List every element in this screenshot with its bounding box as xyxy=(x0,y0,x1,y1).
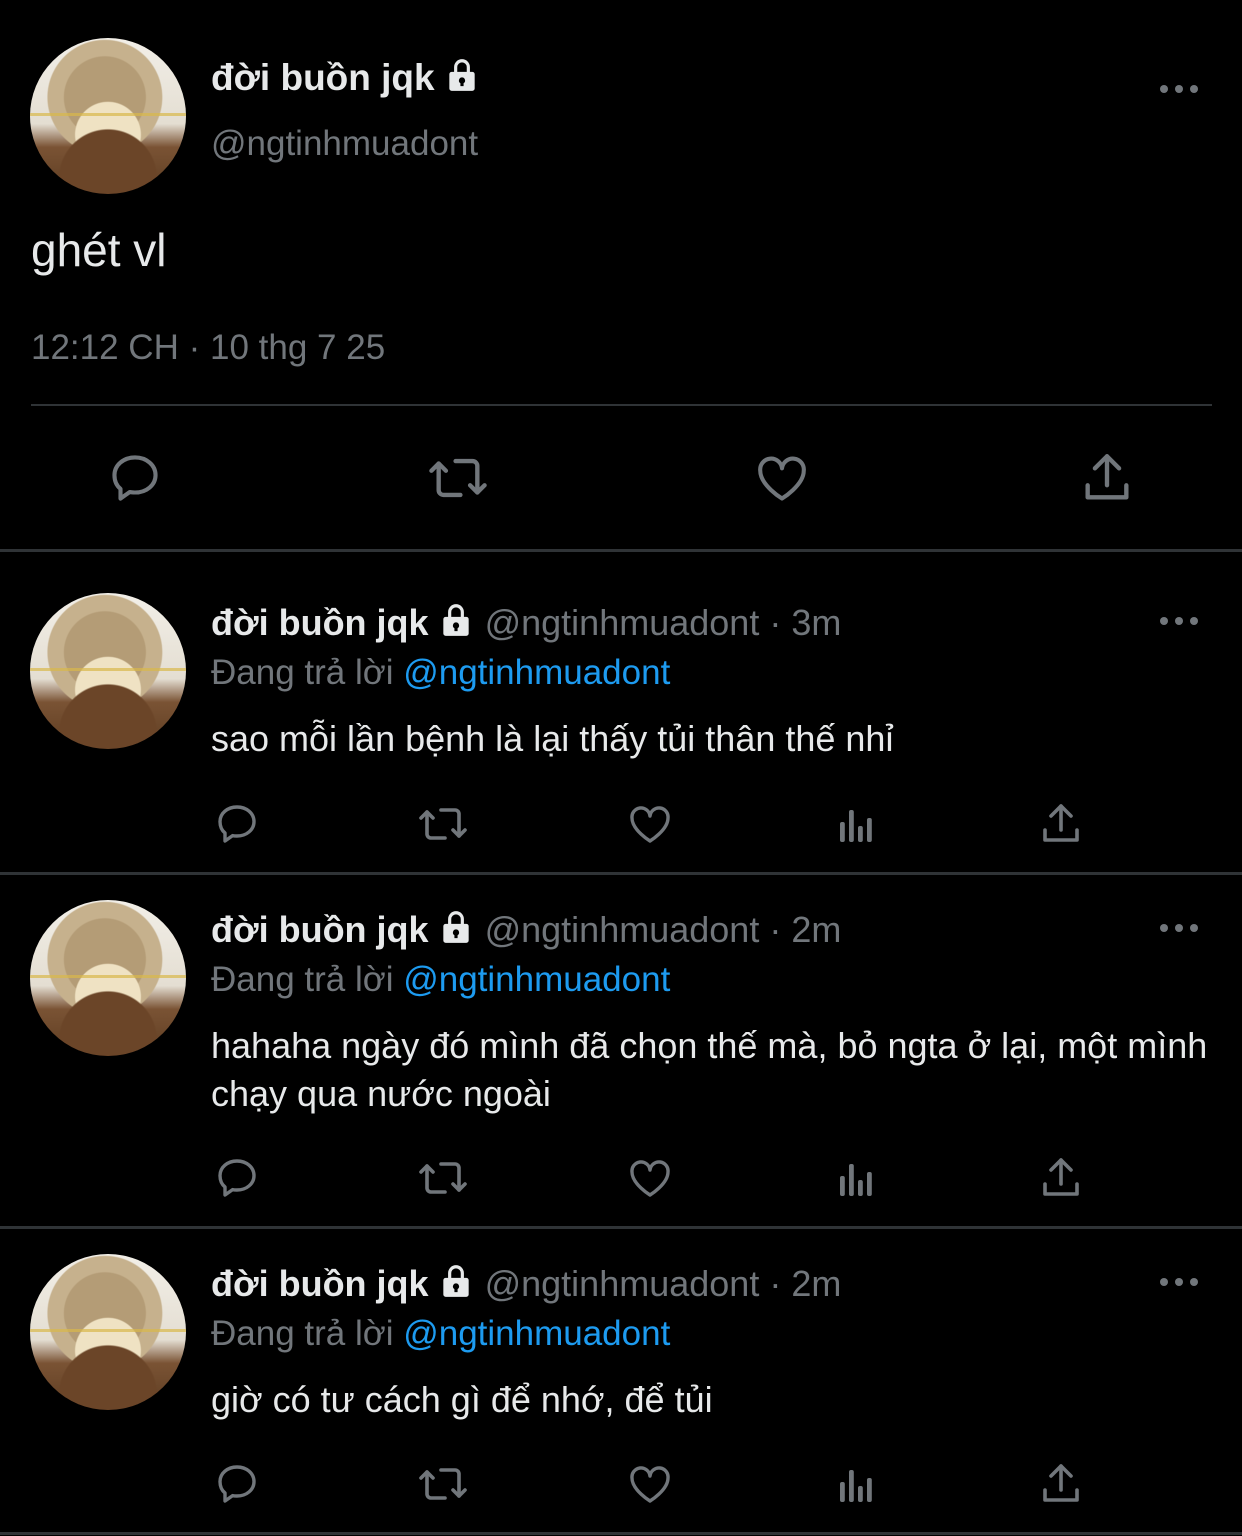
tweet-date: 10 thg 7 25 xyxy=(210,328,386,367)
handle[interactable]: @ngtinhmuadont xyxy=(485,602,760,643)
retweet-icon[interactable] xyxy=(425,449,491,512)
like-icon[interactable] xyxy=(625,1154,675,1207)
reply-icon[interactable] xyxy=(213,1460,261,1513)
avatar[interactable] xyxy=(30,38,186,194)
lock-icon xyxy=(443,56,481,104)
meta-separator: · xyxy=(769,909,782,950)
divider xyxy=(31,404,1212,406)
more-options-icon[interactable] xyxy=(1160,921,1200,935)
share-icon[interactable] xyxy=(1037,1460,1085,1513)
reply-header: đời buồn jqk @ngtinhmuadont · 3m xyxy=(211,601,841,649)
section-separator xyxy=(0,1226,1242,1229)
tweet-text: sao mỗi lần bệnh là lại thấy tủi thân th… xyxy=(211,718,894,759)
avatar[interactable] xyxy=(30,593,186,749)
handle[interactable]: @ngtinhmuadont xyxy=(485,1263,760,1304)
views-icon[interactable] xyxy=(832,1154,880,1207)
views-icon[interactable] xyxy=(832,800,880,853)
more-options-icon[interactable] xyxy=(1160,614,1200,628)
handle[interactable]: @ngtinhmuadont xyxy=(211,122,478,166)
replying-to: Đang trả lời @ngtinhmuadont xyxy=(211,958,670,1002)
views-icon[interactable] xyxy=(832,1460,880,1513)
lock-icon xyxy=(437,1262,475,1310)
share-icon[interactable] xyxy=(1037,1154,1085,1207)
tweet-age[interactable]: 2m xyxy=(791,1263,841,1304)
tweet-time: 12:12 CH xyxy=(31,328,179,367)
tweet-text: hahaha ngày đó mình đã chọn thế mà, bỏ n… xyxy=(211,1025,1208,1114)
display-name-text: đời buồn jqk xyxy=(211,57,435,98)
more-options-icon[interactable] xyxy=(1160,82,1200,96)
mention-link[interactable]: @ngtinhmuadont xyxy=(403,653,670,692)
reply-icon[interactable] xyxy=(213,800,261,853)
share-icon[interactable] xyxy=(1078,449,1136,512)
reply-icon[interactable] xyxy=(213,1154,261,1207)
replying-to: Đang trả lời @ngtinhmuadont xyxy=(211,1312,670,1356)
replying-to: Đang trả lời @ngtinhmuadont xyxy=(211,651,670,695)
tweet-text: giờ có tư cách gì để nhớ, để tủi xyxy=(211,1379,713,1420)
retweet-icon[interactable] xyxy=(415,1154,471,1207)
meta-separator: · xyxy=(769,602,782,643)
display-name[interactable]: đời buồn jqk xyxy=(211,56,481,104)
tweet-timestamp[interactable]: 12:12 CH · 10 thg 7 25 xyxy=(31,326,385,370)
reply-icon[interactable] xyxy=(106,449,164,512)
like-icon[interactable] xyxy=(752,449,812,512)
tweet-age[interactable]: 3m xyxy=(791,602,841,643)
section-separator xyxy=(0,872,1242,875)
tweet-age[interactable]: 2m xyxy=(791,909,841,950)
tweet-text: ghét vl xyxy=(31,224,167,276)
like-icon[interactable] xyxy=(625,1460,675,1513)
lock-icon xyxy=(437,908,475,956)
retweet-icon[interactable] xyxy=(415,800,471,853)
retweet-icon[interactable] xyxy=(415,1460,471,1513)
section-separator xyxy=(0,1532,1242,1535)
reply-header: đời buồn jqk @ngtinhmuadont · 2m xyxy=(211,1262,841,1310)
like-icon[interactable] xyxy=(625,800,675,853)
avatar[interactable] xyxy=(30,1254,186,1410)
display-name[interactable]: đời buồn jqk xyxy=(211,602,429,643)
display-name[interactable]: đời buồn jqk xyxy=(211,909,429,950)
handle[interactable]: @ngtinhmuadont xyxy=(485,909,760,950)
mention-link[interactable]: @ngtinhmuadont xyxy=(403,1314,670,1353)
replying-prefix: Đang trả lời xyxy=(211,653,394,692)
mention-link[interactable]: @ngtinhmuadont xyxy=(403,960,670,999)
replying-prefix: Đang trả lời xyxy=(211,960,394,999)
more-options-icon[interactable] xyxy=(1160,1275,1200,1289)
replying-prefix: Đang trả lời xyxy=(211,1314,394,1353)
lock-icon xyxy=(437,601,475,649)
meta-separator: · xyxy=(769,1263,782,1304)
display-name[interactable]: đời buồn jqk xyxy=(211,1263,429,1304)
avatar[interactable] xyxy=(30,900,186,1056)
section-separator xyxy=(0,549,1242,552)
reply-header: đời buồn jqk @ngtinhmuadont · 2m xyxy=(211,908,841,956)
share-icon[interactable] xyxy=(1037,800,1085,853)
meta-separator: · xyxy=(188,328,201,367)
